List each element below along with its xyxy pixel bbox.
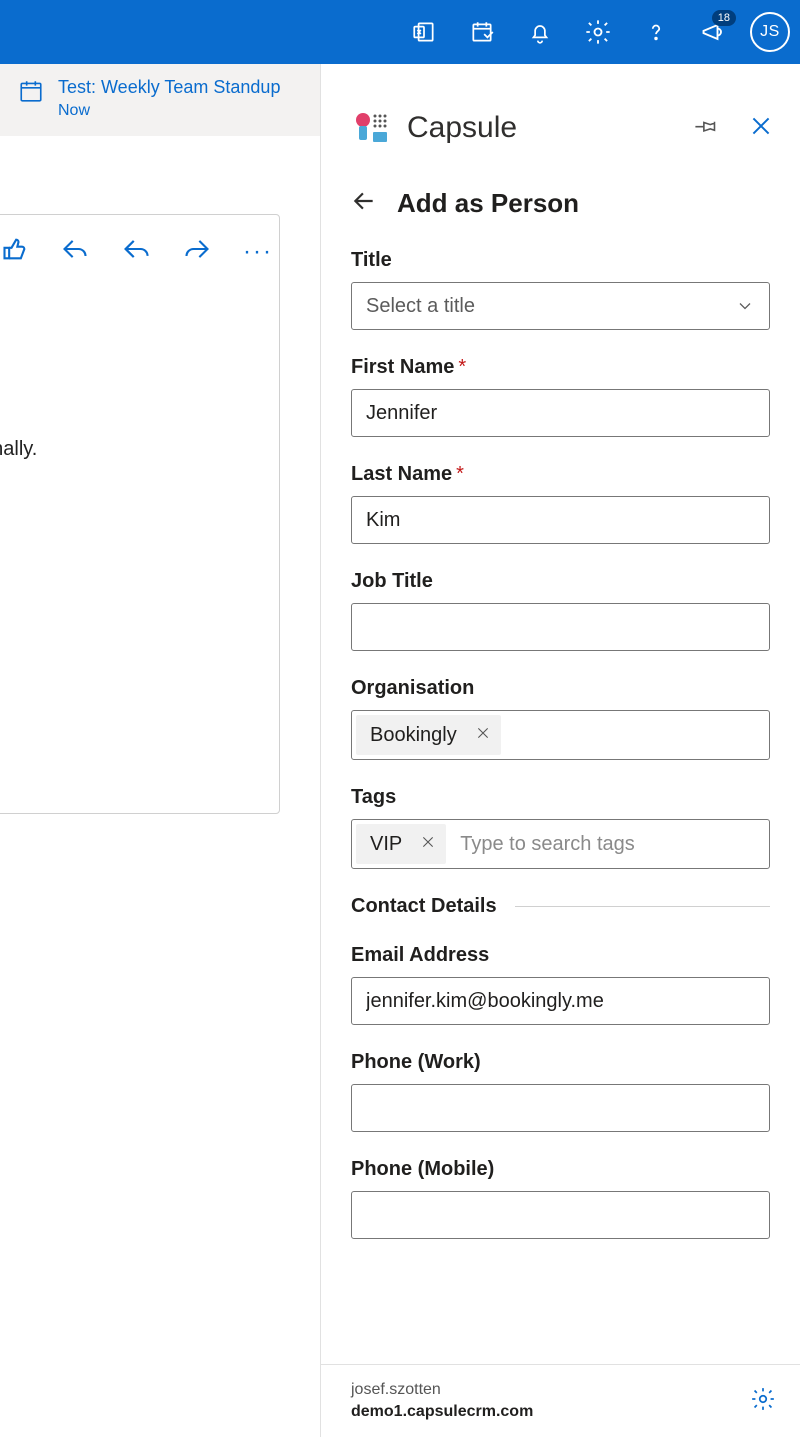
event-title: Test: Weekly Team Standup (58, 76, 280, 98)
page-title: Add as Person (397, 188, 579, 219)
tag-chip-label: VIP (370, 833, 402, 856)
more-actions-icon[interactable]: ··· (243, 247, 273, 257)
event-when: Now (58, 102, 280, 120)
tasks-icon[interactable] (454, 0, 510, 64)
job-title-input[interactable] (351, 603, 770, 651)
calendar-icon (18, 78, 44, 109)
notification-badge: 18 (712, 10, 736, 26)
settings-gear-icon[interactable] (750, 1386, 776, 1417)
capsule-logo-icon (351, 108, 391, 148)
title-select[interactable]: Select a title (351, 282, 770, 330)
email-input[interactable] (351, 977, 770, 1025)
mail-reading-pane: ··· onally. (0, 214, 280, 814)
like-icon[interactable] (1, 235, 29, 268)
bell-icon[interactable] (512, 0, 568, 64)
last-name-input[interactable] (351, 496, 770, 544)
tags-label: Tags (351, 786, 770, 809)
megaphone-icon[interactable]: 18 (686, 0, 742, 64)
divider (515, 906, 770, 907)
remove-tag-icon[interactable] (420, 833, 436, 856)
title-label: Title (351, 249, 770, 272)
phone-mobile-input[interactable] (351, 1191, 770, 1239)
onenote-icon[interactable] (396, 0, 452, 64)
help-icon[interactable] (628, 0, 684, 64)
mail-body-snippet: onally. (0, 438, 279, 461)
forward-icon[interactable] (183, 235, 211, 268)
outlook-appbar: 18 JS (0, 0, 800, 64)
capsule-addin-panel: Capsule Add as Person Title Select a tit… (320, 64, 800, 1437)
reply-all-icon[interactable] (121, 235, 151, 268)
tags-input[interactable]: VIP (351, 819, 770, 869)
outlook-left-column: Test: Weekly Team Standup Now ··· (0, 64, 320, 1437)
remove-org-icon[interactable] (475, 724, 491, 747)
panel-footer: josef.szotten demo1.capsulecrm.com (321, 1364, 800, 1437)
avatar[interactable]: JS (750, 12, 790, 52)
last-name-label: Last Name* (351, 463, 770, 486)
organisation-chip-label: Bookingly (370, 724, 457, 747)
add-person-form: Title Select a title First Name* Last Na… (321, 249, 800, 1285)
back-icon[interactable] (351, 188, 377, 219)
first-name-input[interactable] (351, 389, 770, 437)
phone-work-input[interactable] (351, 1084, 770, 1132)
email-label: Email Address (351, 944, 770, 967)
avatar-initials: JS (760, 23, 780, 41)
pin-icon[interactable] (694, 114, 718, 143)
calendar-event-banner[interactable]: Test: Weekly Team Standup Now (0, 64, 320, 136)
tag-chip: VIP (356, 824, 446, 864)
title-select-placeholder: Select a title (366, 295, 475, 318)
close-icon[interactable] (748, 113, 774, 144)
footer-user: josef.szotten (351, 1379, 533, 1401)
gear-icon[interactable] (570, 0, 626, 64)
contact-details-heading: Contact Details (351, 895, 497, 918)
phone-work-label: Phone (Work) (351, 1051, 770, 1074)
phone-mobile-label: Phone (Mobile) (351, 1158, 770, 1181)
footer-domain: demo1.capsulecrm.com (351, 1401, 533, 1423)
organisation-label: Organisation (351, 677, 770, 700)
panel-brand: Capsule (407, 111, 678, 145)
tags-search-input[interactable] (452, 824, 765, 864)
job-title-label: Job Title (351, 570, 770, 593)
chevron-down-icon (735, 296, 755, 316)
organisation-chip: Bookingly (356, 715, 501, 755)
reply-icon[interactable] (61, 235, 89, 268)
first-name-label: First Name* (351, 356, 770, 379)
organisation-input[interactable]: Bookingly (351, 710, 770, 760)
